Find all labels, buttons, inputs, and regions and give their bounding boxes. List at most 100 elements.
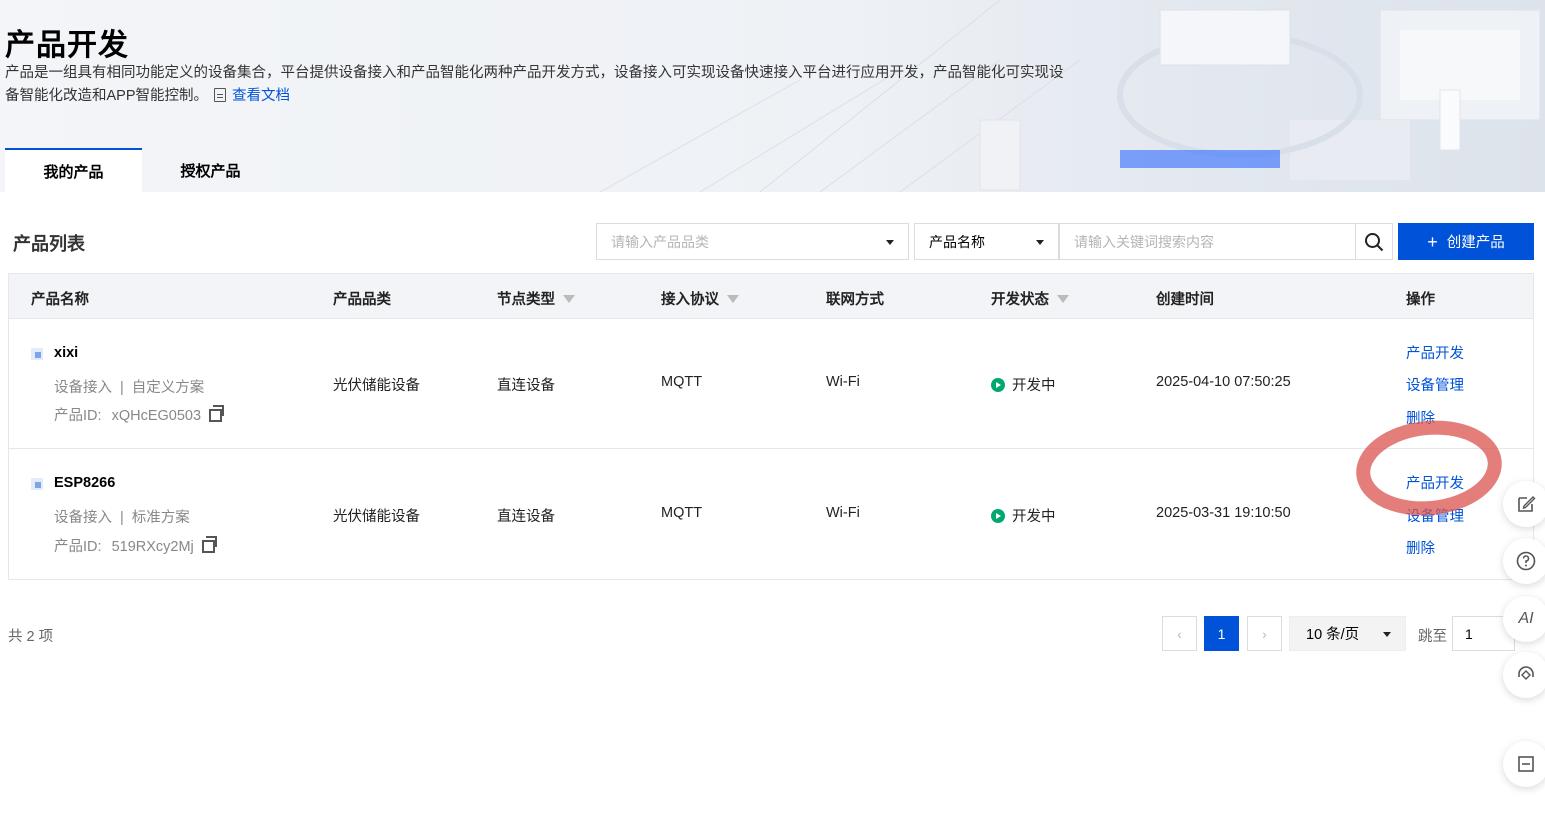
ai-label: AI	[1518, 610, 1534, 627]
product-id: xQHcEG0503	[111, 408, 202, 424]
separator: |	[120, 510, 124, 526]
dev-status: 开发中	[991, 505, 1056, 526]
page-title: 产品开发	[5, 29, 129, 62]
access-type: 设备接入	[54, 510, 112, 526]
column-header-name: 产品名称	[31, 288, 89, 309]
column-label: 产品品类	[333, 292, 391, 308]
product-icon	[31, 348, 43, 360]
delete-link[interactable]: 删除	[1406, 407, 1435, 428]
copy-icon[interactable]	[209, 405, 225, 422]
product-icon	[31, 478, 43, 490]
column-header-actions: 操作	[1406, 288, 1435, 309]
device-manage-link[interactable]: 设备管理	[1406, 505, 1464, 526]
column-label: 创建时间	[1156, 292, 1214, 308]
delete-link[interactable]: 删除	[1406, 537, 1435, 558]
collapse-panel-button[interactable]	[1503, 741, 1545, 787]
network: Wi-Fi	[826, 374, 860, 390]
product-id-label: 产品ID:	[54, 539, 102, 555]
column-label: 联网方式	[826, 292, 884, 308]
product-id-label: 产品ID:	[54, 408, 102, 424]
description-text: 产品是一组具有相同功能定义的设备集合，平台提供设备接入和产品智能化两种产品开发方…	[5, 65, 1064, 104]
product-name: xixi	[54, 345, 79, 361]
scheme-type: 自定义方案	[131, 380, 205, 396]
chevron-left-icon: ‹	[1177, 625, 1182, 642]
created-time: 2025-04-10 07:50:25	[1156, 374, 1291, 390]
ai-assistant-button[interactable]: AI	[1503, 596, 1545, 642]
edit-icon	[1518, 496, 1536, 512]
node-type: 直连设备	[497, 509, 555, 525]
tab-my-products[interactable]: 我的产品	[5, 148, 142, 192]
table-row: ESP8266 设备接入 | 标准方案 产品ID: 519RXcy2Mj 光伏储能设…	[9, 449, 1533, 579]
category-select[interactable]: 请输入产品品类	[596, 223, 909, 260]
plus-icon: +	[1427, 231, 1438, 252]
search-field-value: 产品名称	[929, 233, 985, 250]
page-button-current[interactable]: 1	[1204, 616, 1239, 651]
table-row: xixi 设备接入 | 自定义方案 产品ID: xQHcEG0503 光伏储能设备 …	[9, 319, 1533, 449]
protocol: MQTT	[661, 374, 703, 390]
column-header-category: 产品品类	[333, 288, 391, 309]
column-label: 接入协议	[661, 292, 719, 308]
filter-icon[interactable]	[1057, 294, 1069, 303]
play-status-icon	[991, 378, 1005, 392]
product-list-title: 产品列表	[13, 234, 85, 254]
play-status-icon	[991, 509, 1005, 523]
tab-authorized-products[interactable]: 授权产品	[142, 148, 279, 192]
product-access-info: 设备接入 | 标准方案	[54, 506, 190, 527]
minimize-icon	[1518, 756, 1534, 772]
column-label: 操作	[1406, 292, 1435, 308]
page-description: 产品是一组具有相同功能定义的设备集合，平台提供设备接入和产品智能化两种产品开发方…	[5, 62, 1065, 108]
filter-icon[interactable]	[563, 294, 575, 303]
node-type: 直连设备	[497, 378, 555, 394]
created-time: 2025-03-31 19:10:50	[1156, 505, 1291, 521]
product-id: 519RXcy2Mj	[111, 539, 194, 555]
product-id-line: 产品ID: 519RXcy2Mj	[54, 535, 217, 556]
product-name: ESP8266	[54, 475, 116, 491]
prev-page-button[interactable]: ‹	[1162, 616, 1197, 651]
column-label: 产品名称	[31, 292, 89, 308]
create-product-label: 创建产品	[1446, 235, 1505, 251]
next-page-button[interactable]: ›	[1247, 616, 1282, 651]
copy-icon[interactable]	[201, 536, 217, 553]
column-header-protocol: 接入协议	[661, 288, 739, 309]
support-button[interactable]	[1503, 652, 1545, 698]
page-size-select[interactable]: 10 条/页	[1289, 616, 1406, 651]
column-label: 开发状态	[991, 292, 1049, 308]
headset-icon	[1518, 666, 1534, 680]
category-placeholder: 请输入产品品类	[611, 233, 709, 250]
product-access-info: 设备接入 | 自定义方案	[54, 376, 204, 397]
chevron-down-icon	[1383, 632, 1391, 637]
help-icon	[1516, 551, 1536, 571]
help-button[interactable]	[1503, 538, 1545, 584]
network: Wi-Fi	[826, 505, 860, 521]
scheme-type: 标准方案	[131, 510, 190, 526]
document-icon	[214, 88, 227, 102]
feedback-button[interactable]	[1503, 481, 1545, 527]
column-header-network: 联网方式	[826, 288, 884, 309]
keyword-search-input[interactable]: 请输入关键词搜索内容	[1059, 223, 1356, 260]
product-tabs: 我的产品 授权产品	[5, 148, 279, 192]
column-label: 节点类型	[497, 292, 555, 308]
status-label: 开发中	[1012, 378, 1056, 394]
column-header-status: 开发状态	[991, 288, 1069, 309]
chevron-down-icon	[1036, 240, 1044, 245]
product-table: 产品名称 产品品类 节点类型 接入协议 联网方式 开发状态 创建时间 操作 xi…	[8, 273, 1534, 580]
jump-label: 跳至	[1418, 629, 1447, 645]
product-dev-link[interactable]: 产品开发	[1406, 472, 1464, 493]
create-product-button[interactable]: + 创建产品	[1398, 223, 1534, 260]
product-category: 光伏储能设备	[333, 509, 420, 525]
search-button[interactable]	[1355, 223, 1393, 260]
protocol: MQTT	[661, 505, 703, 521]
status-label: 开发中	[1012, 509, 1056, 525]
view-docs-link[interactable]: 查看文档	[232, 88, 290, 104]
device-manage-link[interactable]: 设备管理	[1406, 374, 1464, 395]
search-icon	[1365, 232, 1384, 251]
product-id-line: 产品ID: xQHcEG0503	[54, 404, 225, 425]
filter-icon[interactable]	[727, 294, 739, 303]
column-header-created: 创建时间	[1156, 288, 1214, 309]
product-category: 光伏储能设备	[333, 378, 420, 394]
search-field-select[interactable]: 产品名称	[914, 223, 1059, 260]
product-dev-link[interactable]: 产品开发	[1406, 342, 1464, 363]
dev-status: 开发中	[991, 374, 1056, 395]
chevron-down-icon	[886, 240, 894, 245]
chevron-right-icon: ›	[1262, 625, 1267, 642]
